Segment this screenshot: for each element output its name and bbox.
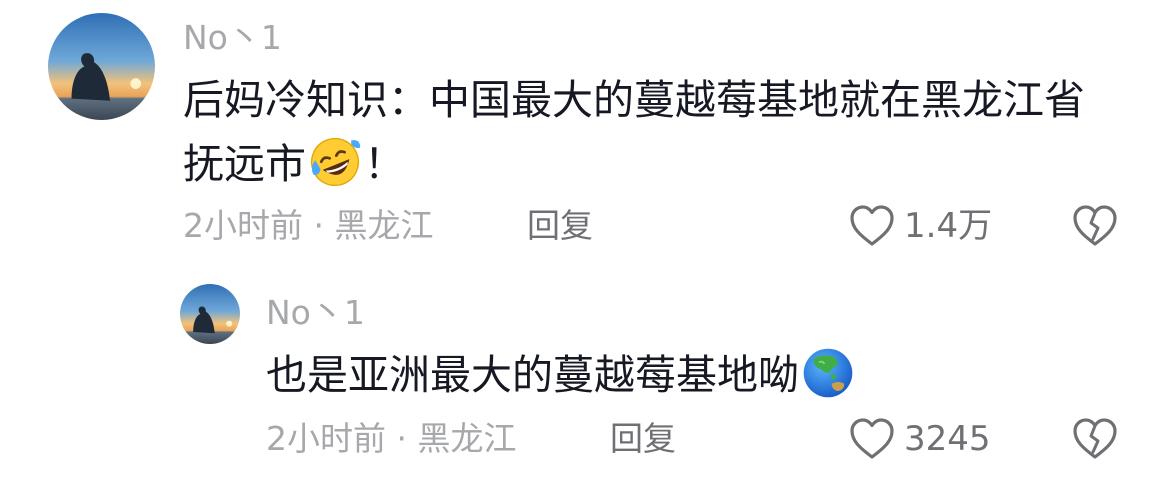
comment-username[interactable]: No丶1 [183,18,282,58]
reply-text: 也是亚洲最大的蔓越莓基地呦 [266,343,1086,407]
globe-asia-australia-emoji-icon [801,346,855,400]
broken-heart-icon [1073,418,1117,459]
reply-username[interactable]: No丶1 [266,293,365,333]
reply-like-count: 3245 [904,419,991,459]
reply-avatar-image [180,284,240,344]
reply-avatar[interactable] [180,284,240,344]
heart-icon [850,205,894,246]
reply-text-body: 也是亚洲最大的蔓越莓基地呦 [266,351,799,399]
like-count: 1.4万 [904,206,993,246]
broken-heart-icon [1073,205,1117,246]
reply-dislike-button[interactable] [1071,416,1119,462]
reply-like-button[interactable]: 3245 [848,416,991,462]
rolling-on-floor-laughing-emoji-icon [308,135,362,189]
comment-text: 后妈冷知识：中国最大的蔓越莓基地就在黑龙江省抚远市 ！ [183,68,1113,196]
reply-time-location: 2小时前 · 黑龙江 [266,419,517,458]
avatar-image [48,13,155,120]
dislike-button[interactable] [1071,203,1119,249]
like-button[interactable]: 1.4万 [848,203,992,249]
reply-to-reply-button[interactable]: 回复 [610,419,676,459]
comment-time-location: 2小时前 · 黑龙江 [183,206,434,245]
comment-text-tail: ！ [364,140,405,188]
reply-button[interactable]: 回复 [527,206,593,246]
heart-icon [850,418,894,459]
avatar[interactable] [48,13,155,120]
